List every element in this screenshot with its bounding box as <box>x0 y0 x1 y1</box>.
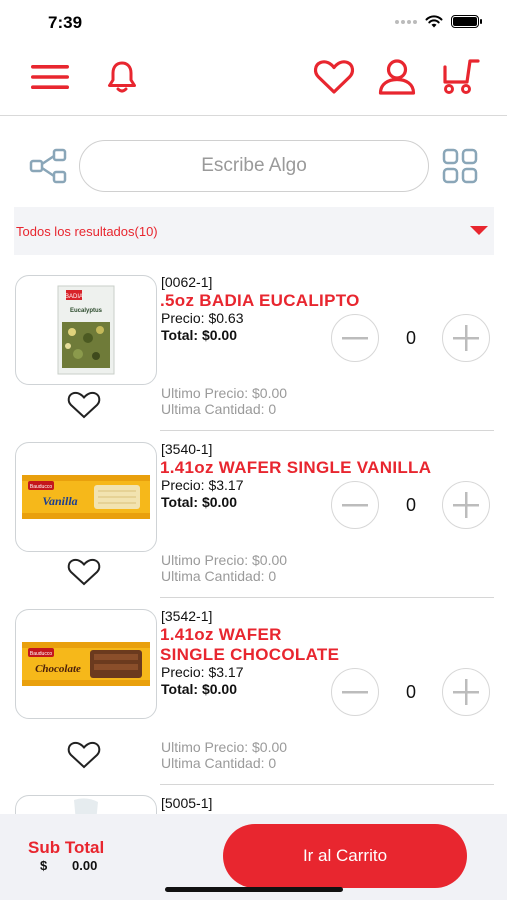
increase-quantity-button[interactable] <box>442 481 490 529</box>
quantity-value: 0 <box>405 682 416 702</box>
increase-quantity-button[interactable] <box>442 668 490 716</box>
signal-icon <box>395 19 417 24</box>
minus-icon <box>342 504 368 507</box>
checkout-bar: Sub Total $ 0.00 Ir al Carrito <box>0 814 507 900</box>
subtotal-value: 0.00 <box>72 858 98 873</box>
favorites-button[interactable] <box>311 54 357 100</box>
svg-text:Bauducco: Bauducco <box>30 651 52 657</box>
divider <box>160 597 494 598</box>
product-name: 1.41oz WAFER SINGLE VANILLA <box>160 458 432 477</box>
battery-icon <box>451 15 482 28</box>
svg-text:Vanilla: Vanilla <box>42 494 77 508</box>
svg-text:Chocolate: Chocolate <box>35 663 81 675</box>
product-code: [5005-1] <box>161 795 213 811</box>
product-name-line2: SINGLE CHOCOLATE <box>160 645 340 664</box>
status-bar: 7:39 <box>0 0 507 46</box>
notifications-button[interactable] <box>99 54 145 100</box>
product-name: 1.41oz WAFER <box>160 625 282 644</box>
bell-icon <box>108 61 136 93</box>
product-image[interactable]: BADIA Eucalyptus <box>15 275 157 385</box>
decrease-quantity-button[interactable] <box>331 314 379 362</box>
divider <box>160 784 494 785</box>
last-quantity: Ultima Cantidad: 0 <box>161 401 277 417</box>
plus-icon <box>453 679 479 705</box>
subtotal-currency: $ <box>40 858 48 873</box>
cart-button[interactable] <box>437 54 483 100</box>
caret-down-icon <box>470 226 488 235</box>
cart-icon <box>443 59 480 94</box>
last-price: Ultimo Precio: $0.00 <box>161 552 288 568</box>
quantity-value: 0 <box>405 495 416 515</box>
status-time: 7:39 <box>48 13 83 32</box>
heart-icon <box>313 60 355 94</box>
menu-button[interactable] <box>27 54 73 100</box>
decrease-quantity-button[interactable] <box>331 481 379 529</box>
product-code: [3542-1] <box>161 608 213 624</box>
plus-icon <box>453 492 479 518</box>
plus-icon <box>453 325 479 351</box>
wifi-icon <box>425 15 443 28</box>
product-code: [0062-1] <box>161 274 213 290</box>
grid-view-icon[interactable] <box>440 146 480 186</box>
product-total: Total: $0.00 <box>161 327 237 343</box>
menu-icon <box>31 65 69 89</box>
product-total: Total: $0.00 <box>161 681 237 697</box>
increase-quantity-button[interactable] <box>442 314 490 362</box>
product-price: Precio: $3.17 <box>161 477 244 493</box>
favorite-heart-icon[interactable] <box>66 557 102 587</box>
svg-text:BADIA: BADIA <box>65 294 83 300</box>
results-filter-dropdown[interactable]: Todos los resultados(10) <box>14 207 494 255</box>
home-indicator <box>165 887 343 892</box>
product-price: Precio: $0.63 <box>161 310 244 326</box>
decrease-quantity-button[interactable] <box>331 668 379 716</box>
product-image[interactable]: Bauducco Chocolate <box>15 609 157 719</box>
divider <box>160 430 494 431</box>
minus-icon <box>342 691 368 694</box>
last-price: Ultimo Precio: $0.00 <box>161 739 288 755</box>
last-quantity: Ultima Cantidad: 0 <box>161 568 277 584</box>
last-price: Ultimo Precio: $0.00 <box>161 385 288 401</box>
product-image[interactable]: Bauducco Vanilla <box>15 442 157 552</box>
favorite-heart-icon[interactable] <box>66 390 102 420</box>
status-icons <box>395 15 482 28</box>
product-total: Total: $0.00 <box>161 494 237 510</box>
search-input[interactable]: Escribe Algo <box>79 140 429 192</box>
product-price: Precio: $3.17 <box>161 664 244 680</box>
quantity-value: 0 <box>405 328 416 348</box>
last-quantity: Ultima Cantidad: 0 <box>161 755 277 771</box>
product-code: [3540-1] <box>161 441 213 457</box>
user-icon <box>378 59 416 95</box>
go-to-cart-button[interactable]: Ir al Carrito <box>223 824 467 888</box>
search-row: Escribe Algo <box>0 138 507 194</box>
favorite-heart-icon[interactable] <box>66 740 102 770</box>
account-button[interactable] <box>374 54 420 100</box>
svg-text:Eucalyptus: Eucalyptus <box>70 308 103 314</box>
app-header <box>0 46 507 116</box>
minus-icon <box>342 337 368 340</box>
share-icon[interactable] <box>28 146 68 186</box>
product-name: .5oz BADIA EUCALIPTO <box>160 291 360 310</box>
subtotal-label: Sub Total <box>28 838 105 857</box>
results-count-label: Todos los resultados(10) <box>16 223 158 239</box>
svg-text:Bauducco: Bauducco <box>30 484 52 490</box>
